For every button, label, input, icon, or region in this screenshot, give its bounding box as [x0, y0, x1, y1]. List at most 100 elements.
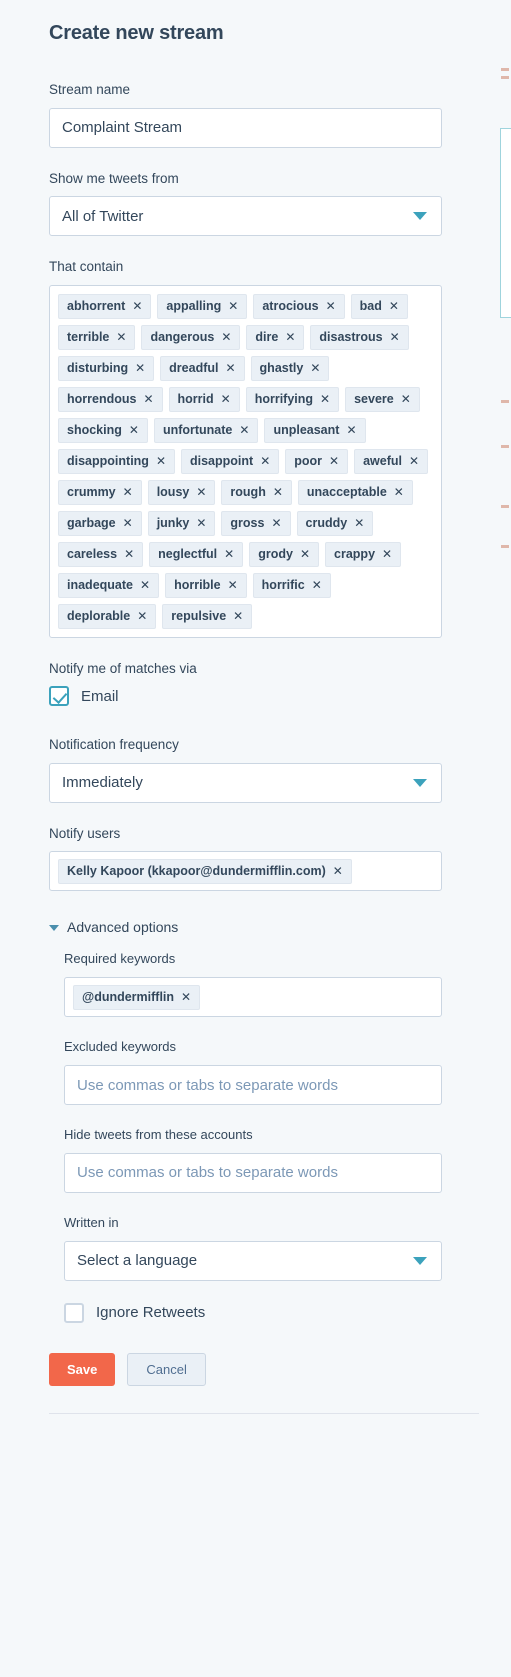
- keyword-chip[interactable]: disturbing ✕: [58, 355, 155, 381]
- keyword-chip[interactable]: unfortunate ✕: [153, 417, 259, 443]
- remove-icon[interactable]: ✕: [129, 424, 139, 436]
- remove-icon[interactable]: ✕: [260, 455, 270, 467]
- keyword-chip[interactable]: ghastly ✕: [250, 355, 330, 381]
- keyword-chip[interactable]: abhorrent ✕: [58, 293, 152, 319]
- remove-icon[interactable]: ✕: [181, 991, 191, 1003]
- keyword-chip[interactable]: appalling ✕: [157, 293, 248, 319]
- keyword-chip[interactable]: unacceptable ✕: [297, 479, 413, 505]
- email-checkbox[interactable]: [49, 686, 69, 707]
- remove-icon[interactable]: ✕: [394, 486, 404, 498]
- remove-icon[interactable]: ✕: [390, 331, 400, 343]
- stream-name-input[interactable]: Complaint Stream: [49, 107, 442, 148]
- keyword-chip[interactable]: gross ✕: [221, 510, 291, 536]
- remove-icon[interactable]: ✕: [285, 331, 295, 343]
- remove-icon[interactable]: ✕: [123, 517, 133, 529]
- remove-icon[interactable]: ✕: [124, 548, 134, 560]
- keyword-chip[interactable]: terrible ✕: [58, 324, 136, 350]
- keyword-chip[interactable]: crappy ✕: [325, 541, 402, 567]
- notify-users-input[interactable]: Kelly Kapoor (kkapoor@dundermifflin.com)…: [49, 851, 442, 892]
- remove-icon[interactable]: ✕: [310, 362, 320, 374]
- keyword-chip[interactable]: unpleasant ✕: [264, 417, 366, 443]
- keyword-chip[interactable]: neglectful ✕: [149, 541, 244, 567]
- remove-icon[interactable]: ✕: [132, 300, 142, 312]
- remove-icon[interactable]: ✕: [346, 424, 356, 436]
- keyword-chip[interactable]: aweful ✕: [354, 448, 429, 474]
- remove-icon[interactable]: ✕: [382, 548, 392, 560]
- ignore-retweets-checkbox[interactable]: [64, 1302, 84, 1323]
- keyword-chip[interactable]: dreadful ✕: [160, 355, 245, 381]
- remove-icon[interactable]: ✕: [196, 517, 206, 529]
- keyword-chip[interactable]: junky ✕: [147, 510, 216, 536]
- keyword-chip[interactable]: severe ✕: [345, 386, 420, 412]
- keyword-chip[interactable]: atrocious ✕: [253, 293, 345, 319]
- remove-icon[interactable]: ✕: [140, 579, 150, 591]
- remove-icon[interactable]: ✕: [326, 300, 336, 312]
- cancel-button[interactable]: Cancel: [127, 1352, 206, 1386]
- keyword-chip[interactable]: disastrous ✕: [310, 324, 409, 350]
- remove-icon[interactable]: ✕: [228, 579, 238, 591]
- keyword-chip[interactable]: horrid ✕: [168, 386, 240, 412]
- keyword-chip[interactable]: inadequate ✕: [58, 572, 160, 598]
- remove-icon[interactable]: ✕: [221, 393, 231, 405]
- remove-icon[interactable]: ✕: [123, 486, 133, 498]
- keyword-chip[interactable]: horrific ✕: [252, 572, 331, 598]
- keyword-chip[interactable]: garbage ✕: [58, 510, 142, 536]
- keyword-chip-label: careless: [67, 547, 118, 562]
- keyword-chip[interactable]: horrendous ✕: [58, 386, 163, 412]
- keyword-chip[interactable]: horrifying ✕: [245, 386, 340, 412]
- remove-icon[interactable]: ✕: [233, 610, 243, 622]
- frequency-select[interactable]: Immediately: [49, 762, 442, 803]
- keyword-chip[interactable]: deplorable ✕: [58, 603, 157, 629]
- keyword-chip[interactable]: careless ✕: [58, 541, 144, 567]
- required-keywords-input[interactable]: @dundermifflin ✕: [64, 977, 442, 1018]
- remove-icon[interactable]: ✕: [333, 865, 343, 877]
- keyword-chip[interactable]: shocking ✕: [58, 417, 148, 443]
- written-in-label: Written in: [64, 1214, 119, 1230]
- keyword-chip[interactable]: repulsive ✕: [162, 603, 253, 629]
- remove-icon[interactable]: ✕: [135, 362, 145, 374]
- keyword-chip[interactable]: disappoint ✕: [181, 448, 280, 474]
- save-button[interactable]: Save: [49, 1352, 116, 1386]
- excluded-keywords-input[interactable]: Use commas or tabs to separate words: [64, 1065, 442, 1106]
- remove-icon[interactable]: ✕: [225, 362, 235, 374]
- keyword-chip[interactable]: poor ✕: [285, 448, 349, 474]
- remove-icon[interactable]: ✕: [312, 579, 322, 591]
- keyword-chip[interactable]: cruddy ✕: [296, 510, 374, 536]
- ignore-retweets-row[interactable]: Ignore Retweets: [64, 1302, 460, 1323]
- user-chip[interactable]: Kelly Kapoor (kkapoor@dundermifflin.com)…: [58, 858, 352, 884]
- remove-icon[interactable]: ✕: [409, 455, 419, 467]
- remove-icon[interactable]: ✕: [239, 424, 249, 436]
- email-checkbox-row[interactable]: Email: [49, 686, 460, 707]
- remove-icon[interactable]: ✕: [300, 548, 310, 560]
- remove-icon[interactable]: ✕: [156, 455, 166, 467]
- remove-icon[interactable]: ✕: [221, 331, 231, 343]
- keyword-chip[interactable]: dire ✕: [246, 324, 305, 350]
- contains-tag-input[interactable]: abhorrent ✕ appalling ✕ atrocious ✕ bad ✕ terrib…: [49, 284, 442, 638]
- keyword-chip[interactable]: disappointing ✕: [58, 448, 175, 474]
- remove-icon[interactable]: ✕: [228, 300, 238, 312]
- keyword-chip[interactable]: bad ✕: [350, 293, 408, 319]
- keyword-chip[interactable]: grody ✕: [249, 541, 320, 567]
- remove-icon[interactable]: ✕: [273, 486, 283, 498]
- remove-icon[interactable]: ✕: [354, 517, 364, 529]
- remove-icon[interactable]: ✕: [401, 393, 411, 405]
- keyword-chip[interactable]: horrible ✕: [165, 572, 247, 598]
- remove-icon[interactable]: ✕: [329, 455, 339, 467]
- remove-icon[interactable]: ✕: [320, 393, 330, 405]
- remove-icon[interactable]: ✕: [224, 548, 234, 560]
- remove-icon[interactable]: ✕: [271, 517, 281, 529]
- remove-icon[interactable]: ✕: [116, 331, 126, 343]
- required-keyword-chip[interactable]: @dundermifflin ✕: [73, 984, 201, 1010]
- keyword-chip[interactable]: crummy ✕: [58, 479, 142, 505]
- source-select[interactable]: All of Twitter: [49, 196, 442, 237]
- keyword-chip[interactable]: lousy ✕: [147, 479, 216, 505]
- written-in-select[interactable]: Select a language: [64, 1240, 442, 1281]
- remove-icon[interactable]: ✕: [137, 610, 147, 622]
- remove-icon[interactable]: ✕: [196, 486, 206, 498]
- remove-icon[interactable]: ✕: [389, 300, 399, 312]
- keyword-chip[interactable]: rough ✕: [221, 479, 292, 505]
- advanced-options-toggle[interactable]: Advanced options: [49, 919, 460, 935]
- remove-icon[interactable]: ✕: [143, 393, 153, 405]
- hide-accounts-input[interactable]: Use commas or tabs to separate words: [64, 1152, 442, 1193]
- keyword-chip[interactable]: dangerous ✕: [141, 324, 241, 350]
